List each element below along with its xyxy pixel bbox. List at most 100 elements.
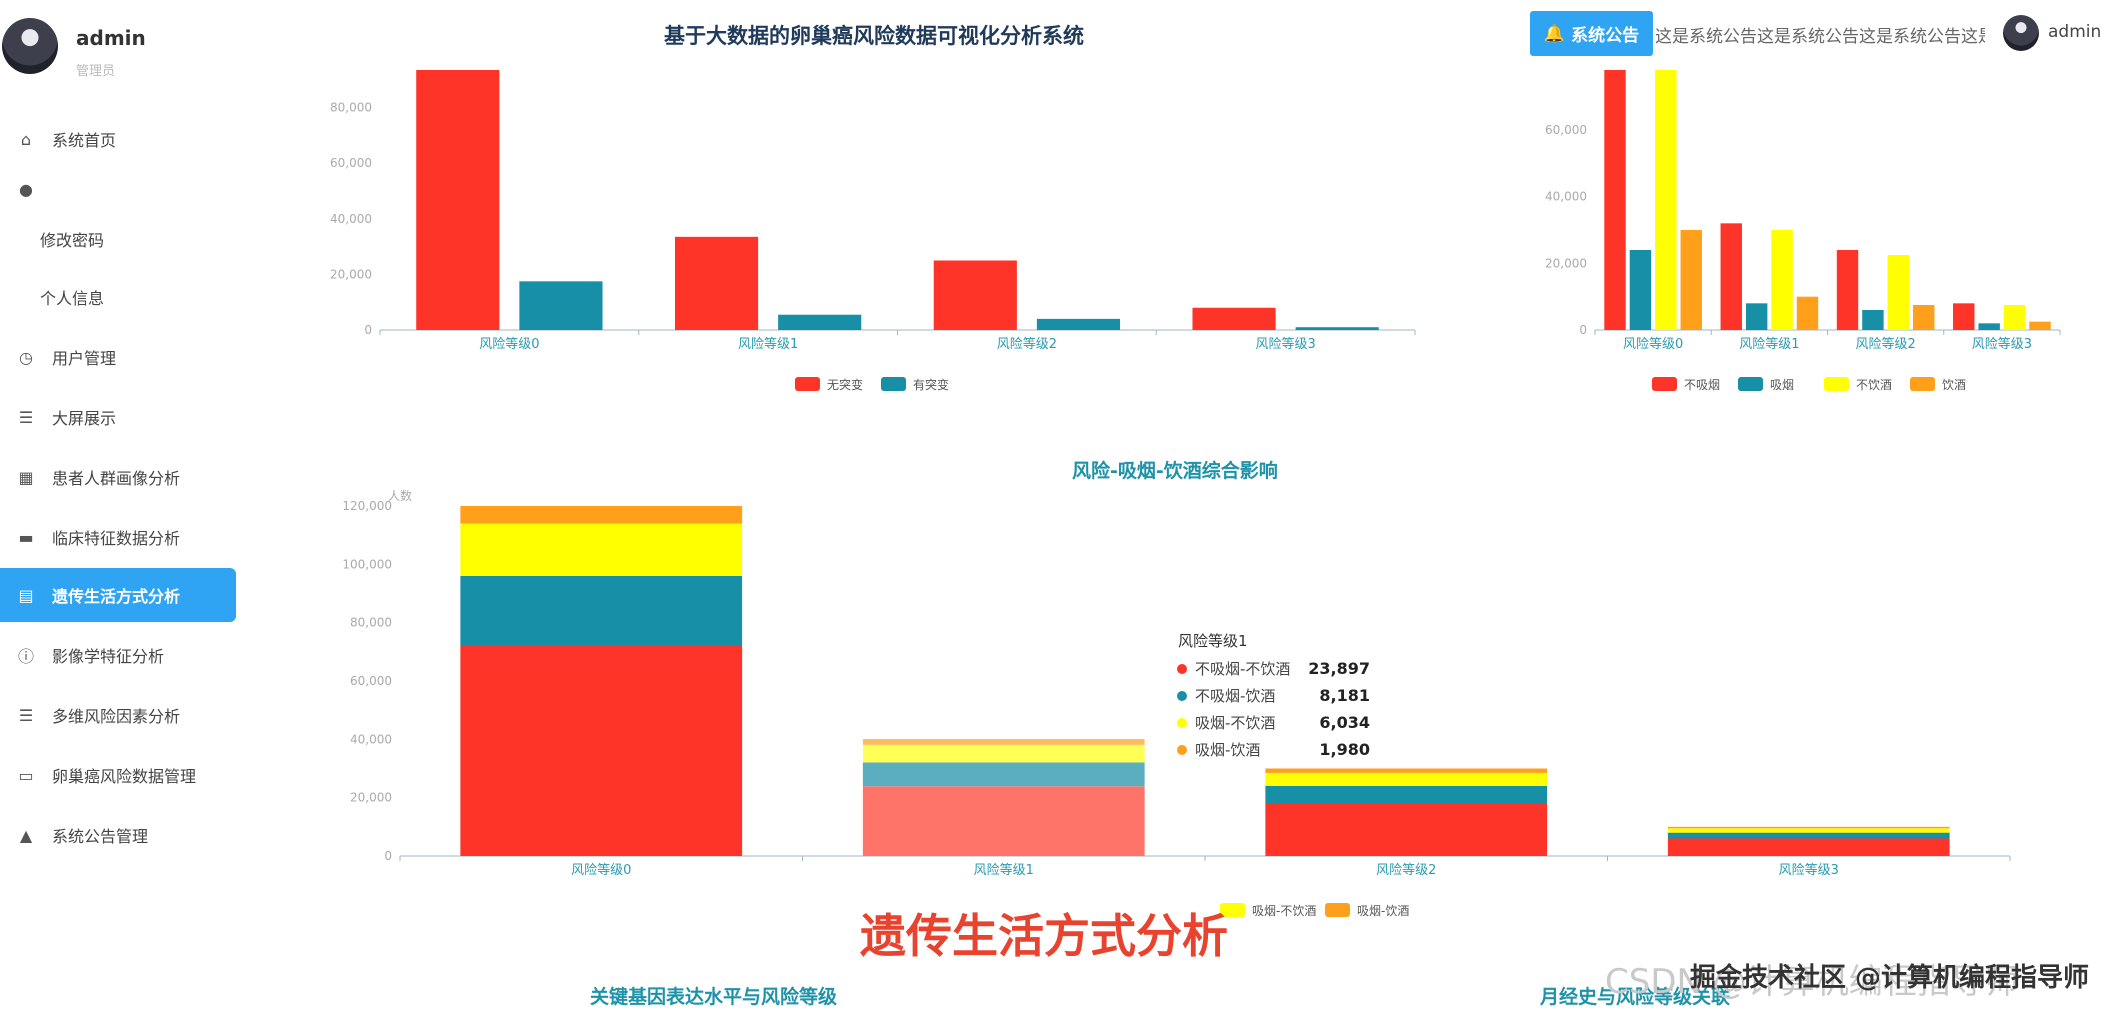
watermark-fg: 掘金技术社区 @计算机编程指导师: [1690, 963, 2090, 993]
x-tick-label: 风险等级2: [1855, 336, 1915, 352]
x-tick-label: 风险等级1: [974, 862, 1034, 878]
sidebar-item-8[interactable]: ▤ 遗传生活方式分析: [0, 568, 236, 622]
bar-1-0[interactable]: [519, 281, 603, 330]
y-tick-label: 100,000: [342, 557, 392, 571]
sidebar-item-1[interactable]: ●: [0, 162, 236, 216]
tooltip-row-label: 吸烟-不饮酒: [1195, 714, 1275, 732]
bar-0-1[interactable]: [674, 236, 759, 330]
bar-2-2[interactable]: [1887, 255, 1910, 330]
sidebar-item-2[interactable]: 修改密码: [0, 212, 236, 266]
y-tick-label: 60,000: [330, 156, 372, 170]
y-tick-label: 120,000: [342, 499, 392, 513]
bar-3-2[interactable]: [1265, 768, 1548, 773]
legend-swatch[interactable]: [881, 377, 906, 391]
legend-label[interactable]: 吸烟-不饮酒: [1252, 904, 1316, 918]
sidebar-item-4[interactable]: ◷ 用户管理: [0, 330, 236, 384]
tooltip-title: 风险等级1: [1178, 632, 1248, 650]
legend-label[interactable]: 吸烟-饮酒: [1357, 904, 1409, 918]
sidebar-item-label: 修改密码: [40, 231, 105, 250]
tooltip-row-value: 1,980: [1319, 740, 1370, 759]
y-tick-label: 80,000: [350, 616, 392, 630]
bar-2-1[interactable]: [1771, 230, 1793, 330]
x-tick-label: 风险等级3: [1779, 862, 1839, 878]
header-username[interactable]: admin: [2048, 22, 2101, 42]
legend-label[interactable]: 无突变: [827, 377, 863, 392]
bar-0-0[interactable]: [460, 646, 743, 856]
legend-swatch[interactable]: [1738, 377, 1763, 391]
bar-1-2[interactable]: [1265, 786, 1548, 804]
x-tick-label: 风险等级3: [1972, 336, 2032, 352]
sidebar-user-box: admin 管理员: [0, 12, 240, 82]
tooltip-marker: [1177, 691, 1187, 701]
bar-3-1[interactable]: [862, 739, 1145, 745]
y-axis-label: 人数: [388, 488, 412, 503]
app-root: admin 管理员 ⌂ 系统首页 ● 修改密码个人信息 ◷ 用户管理 ☰ 大屏展示 ▦ 患者人群画…: [0, 0, 2101, 1014]
sidebar-item-10[interactable]: ☰ 多维风险因素分析: [0, 688, 236, 742]
bar-3-3[interactable]: [1667, 826, 1950, 829]
y-tick-label: 0: [364, 323, 372, 337]
legend-swatch[interactable]: [1824, 377, 1849, 391]
legend-swatch[interactable]: [1910, 377, 1935, 391]
bar-0-2[interactable]: [1836, 250, 1859, 330]
legend-swatch[interactable]: [1325, 903, 1350, 917]
bar-1-0[interactable]: [460, 576, 743, 646]
bar-2-0[interactable]: [460, 523, 743, 577]
legend-label[interactable]: 不吸烟: [1684, 378, 1720, 392]
bar-0-1[interactable]: [862, 786, 1145, 856]
bar-1-1[interactable]: [862, 762, 1145, 787]
bar-1-2[interactable]: [1036, 318, 1121, 330]
bar-2-3[interactable]: [2003, 305, 2026, 330]
sidebar-item-label: 影像学特征分析: [52, 647, 165, 666]
header-avatar[interactable]: [2003, 15, 2039, 51]
legend-label[interactable]: 有突变: [913, 377, 949, 392]
sidebar-item-label: 多维风险因素分析: [52, 707, 181, 726]
y-tick-label: 60,000: [350, 674, 392, 688]
bar-3-3[interactable]: [2029, 321, 2051, 330]
x-tick-label: 风险等级1: [738, 336, 798, 352]
bar-1-1[interactable]: [1745, 303, 1768, 330]
bar-0-3[interactable]: [1667, 838, 1950, 857]
bar-0-0[interactable]: [1604, 70, 1626, 330]
bar-0-3[interactable]: [1953, 303, 1975, 330]
legend-swatch[interactable]: [795, 377, 820, 391]
bar-0-1[interactable]: [1720, 223, 1742, 330]
legend-label[interactable]: 不饮酒: [1856, 378, 1892, 392]
bar-3-0[interactable]: [460, 506, 743, 524]
sidebar-item-11[interactable]: ▭ 卵巢癌风险数据管理: [0, 748, 236, 802]
bar-3-0[interactable]: [1680, 230, 1702, 330]
sidebar-item-5[interactable]: ☰ 大屏展示: [0, 390, 236, 444]
bar-1-3[interactable]: [1978, 323, 2000, 330]
bar-1-2[interactable]: [1862, 310, 1884, 330]
smoking-drinking-risk-chart: 0 20,000 40,000 60,000 风险等级0 风险等级1 风险等级2 风险等级3 不…: [1545, 70, 2061, 392]
sidebar-item-0[interactable]: ⌂ 系统首页: [0, 112, 236, 166]
x-tick-label: 风险等级0: [479, 336, 539, 352]
user-icon: ●: [19, 179, 33, 199]
bar-0-3[interactable]: [1192, 307, 1276, 330]
bar-2-0[interactable]: [1655, 70, 1677, 330]
sidebar-item-label: 用户管理: [52, 349, 117, 368]
sidebar-item-7[interactable]: ▬ 临床特征数据分析: [0, 510, 236, 564]
bar-3-1[interactable]: [1796, 296, 1819, 330]
bar-1-0[interactable]: [1629, 250, 1652, 330]
bar-1-3[interactable]: [1667, 832, 1950, 839]
bar-1-3[interactable]: [1295, 327, 1379, 330]
legend-label[interactable]: 饮酒: [1942, 378, 1966, 392]
legend-label[interactable]: 吸烟: [1770, 378, 1794, 392]
bar-0-0[interactable]: [416, 70, 500, 330]
sidebar-item-12[interactable]: ▲ 系统公告管理: [0, 808, 236, 862]
bar-0-2[interactable]: [933, 260, 1017, 330]
bar-1-1[interactable]: [778, 314, 862, 330]
legend-swatch[interactable]: [1652, 377, 1677, 391]
bar-0-2[interactable]: [1265, 803, 1548, 857]
sidebar-item-label: 大屏展示: [52, 409, 117, 428]
bar-2-1[interactable]: [862, 744, 1145, 763]
sidebar-item-3[interactable]: 个人信息: [0, 270, 236, 324]
bar-2-2[interactable]: [1265, 772, 1548, 786]
sidebar-item-6[interactable]: ▦ 患者人群画像分析: [0, 450, 236, 504]
page-title: 基于大数据的卵巢癌风险数据可视化分析系统: [664, 24, 1084, 48]
bar-2-3[interactable]: [1667, 828, 1950, 833]
y-tick-label: 20,000: [330, 267, 372, 281]
avatar[interactable]: [2, 18, 58, 74]
bar-3-2[interactable]: [1913, 305, 1935, 330]
sidebar-item-9[interactable]: ⓘ 影像学特征分析: [0, 628, 236, 682]
